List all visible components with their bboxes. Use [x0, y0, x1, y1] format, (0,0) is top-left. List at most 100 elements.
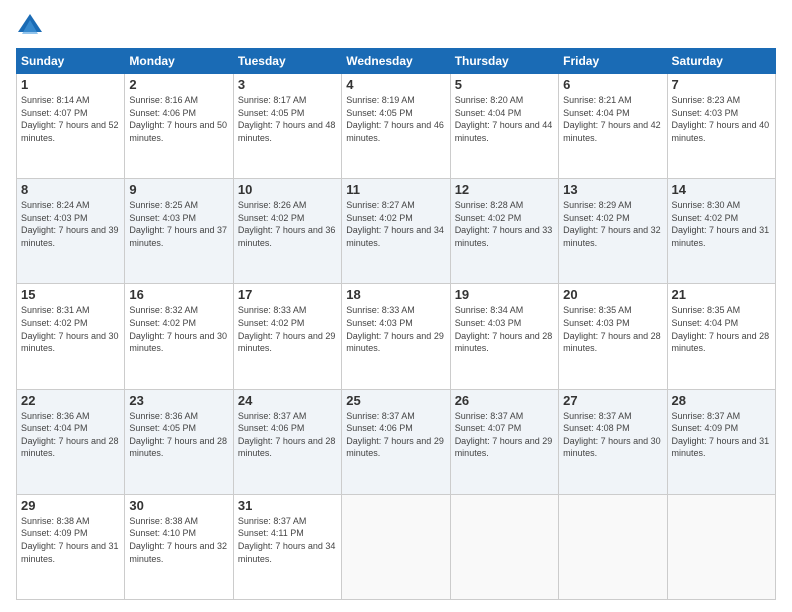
- day-number: 21: [672, 287, 771, 302]
- day-info: Sunrise: 8:33 AM Sunset: 4:02 PM Dayligh…: [238, 304, 337, 354]
- calendar-cell: 28 Sunrise: 8:37 AM Sunset: 4:09 PM Dayl…: [667, 389, 775, 494]
- day-number: 7: [672, 77, 771, 92]
- day-number: 4: [346, 77, 445, 92]
- week-row-3: 15 Sunrise: 8:31 AM Sunset: 4:02 PM Dayl…: [17, 284, 776, 389]
- day-info: Sunrise: 8:30 AM Sunset: 4:02 PM Dayligh…: [672, 199, 771, 249]
- day-number: 10: [238, 182, 337, 197]
- calendar-cell: 7 Sunrise: 8:23 AM Sunset: 4:03 PM Dayli…: [667, 74, 775, 179]
- day-info: Sunrise: 8:37 AM Sunset: 4:06 PM Dayligh…: [238, 410, 337, 460]
- calendar-cell: 5 Sunrise: 8:20 AM Sunset: 4:04 PM Dayli…: [450, 74, 558, 179]
- calendar-cell: 19 Sunrise: 8:34 AM Sunset: 4:03 PM Dayl…: [450, 284, 558, 389]
- day-number: 16: [129, 287, 228, 302]
- calendar-cell: 9 Sunrise: 8:25 AM Sunset: 4:03 PM Dayli…: [125, 179, 233, 284]
- day-info: Sunrise: 8:33 AM Sunset: 4:03 PM Dayligh…: [346, 304, 445, 354]
- day-number: 29: [21, 498, 120, 513]
- calendar-cell: 25 Sunrise: 8:37 AM Sunset: 4:06 PM Dayl…: [342, 389, 450, 494]
- day-number: 17: [238, 287, 337, 302]
- day-info: Sunrise: 8:20 AM Sunset: 4:04 PM Dayligh…: [455, 94, 554, 144]
- day-info: Sunrise: 8:14 AM Sunset: 4:07 PM Dayligh…: [21, 94, 120, 144]
- day-info: Sunrise: 8:17 AM Sunset: 4:05 PM Dayligh…: [238, 94, 337, 144]
- calendar-cell: 26 Sunrise: 8:37 AM Sunset: 4:07 PM Dayl…: [450, 389, 558, 494]
- week-row-1: 1 Sunrise: 8:14 AM Sunset: 4:07 PM Dayli…: [17, 74, 776, 179]
- day-info: Sunrise: 8:36 AM Sunset: 4:05 PM Dayligh…: [129, 410, 228, 460]
- day-info: Sunrise: 8:36 AM Sunset: 4:04 PM Dayligh…: [21, 410, 120, 460]
- weekday-friday: Friday: [559, 49, 667, 74]
- day-info: Sunrise: 8:37 AM Sunset: 4:09 PM Dayligh…: [672, 410, 771, 460]
- calendar-cell: 24 Sunrise: 8:37 AM Sunset: 4:06 PM Dayl…: [233, 389, 341, 494]
- day-number: 22: [21, 393, 120, 408]
- weekday-wednesday: Wednesday: [342, 49, 450, 74]
- calendar-cell: 23 Sunrise: 8:36 AM Sunset: 4:05 PM Dayl…: [125, 389, 233, 494]
- day-number: 20: [563, 287, 662, 302]
- day-number: 28: [672, 393, 771, 408]
- day-info: Sunrise: 8:27 AM Sunset: 4:02 PM Dayligh…: [346, 199, 445, 249]
- header: [16, 12, 776, 40]
- day-info: Sunrise: 8:37 AM Sunset: 4:06 PM Dayligh…: [346, 410, 445, 460]
- day-info: Sunrise: 8:34 AM Sunset: 4:03 PM Dayligh…: [455, 304, 554, 354]
- day-info: Sunrise: 8:38 AM Sunset: 4:10 PM Dayligh…: [129, 515, 228, 565]
- page: SundayMondayTuesdayWednesdayThursdayFrid…: [0, 0, 792, 612]
- day-number: 24: [238, 393, 337, 408]
- day-number: 31: [238, 498, 337, 513]
- calendar-cell: 22 Sunrise: 8:36 AM Sunset: 4:04 PM Dayl…: [17, 389, 125, 494]
- calendar-cell: 21 Sunrise: 8:35 AM Sunset: 4:04 PM Dayl…: [667, 284, 775, 389]
- calendar-cell: [342, 494, 450, 599]
- calendar-cell: 2 Sunrise: 8:16 AM Sunset: 4:06 PM Dayli…: [125, 74, 233, 179]
- week-row-2: 8 Sunrise: 8:24 AM Sunset: 4:03 PM Dayli…: [17, 179, 776, 284]
- day-number: 23: [129, 393, 228, 408]
- day-info: Sunrise: 8:29 AM Sunset: 4:02 PM Dayligh…: [563, 199, 662, 249]
- day-info: Sunrise: 8:24 AM Sunset: 4:03 PM Dayligh…: [21, 199, 120, 249]
- calendar-cell: [559, 494, 667, 599]
- day-info: Sunrise: 8:35 AM Sunset: 4:04 PM Dayligh…: [672, 304, 771, 354]
- calendar-cell: 10 Sunrise: 8:26 AM Sunset: 4:02 PM Dayl…: [233, 179, 341, 284]
- day-number: 1: [21, 77, 120, 92]
- day-number: 19: [455, 287, 554, 302]
- day-number: 26: [455, 393, 554, 408]
- calendar-cell: 4 Sunrise: 8:19 AM Sunset: 4:05 PM Dayli…: [342, 74, 450, 179]
- day-info: Sunrise: 8:19 AM Sunset: 4:05 PM Dayligh…: [346, 94, 445, 144]
- day-number: 25: [346, 393, 445, 408]
- day-info: Sunrise: 8:38 AM Sunset: 4:09 PM Dayligh…: [21, 515, 120, 565]
- logo: [16, 12, 48, 40]
- calendar-cell: 14 Sunrise: 8:30 AM Sunset: 4:02 PM Dayl…: [667, 179, 775, 284]
- day-info: Sunrise: 8:25 AM Sunset: 4:03 PM Dayligh…: [129, 199, 228, 249]
- calendar-cell: 11 Sunrise: 8:27 AM Sunset: 4:02 PM Dayl…: [342, 179, 450, 284]
- calendar-cell: 8 Sunrise: 8:24 AM Sunset: 4:03 PM Dayli…: [17, 179, 125, 284]
- calendar-cell: 6 Sunrise: 8:21 AM Sunset: 4:04 PM Dayli…: [559, 74, 667, 179]
- week-row-5: 29 Sunrise: 8:38 AM Sunset: 4:09 PM Dayl…: [17, 494, 776, 599]
- day-info: Sunrise: 8:32 AM Sunset: 4:02 PM Dayligh…: [129, 304, 228, 354]
- calendar-cell: [450, 494, 558, 599]
- weekday-sunday: Sunday: [17, 49, 125, 74]
- day-info: Sunrise: 8:37 AM Sunset: 4:08 PM Dayligh…: [563, 410, 662, 460]
- day-info: Sunrise: 8:26 AM Sunset: 4:02 PM Dayligh…: [238, 199, 337, 249]
- calendar-cell: 1 Sunrise: 8:14 AM Sunset: 4:07 PM Dayli…: [17, 74, 125, 179]
- day-info: Sunrise: 8:31 AM Sunset: 4:02 PM Dayligh…: [21, 304, 120, 354]
- day-number: 18: [346, 287, 445, 302]
- day-number: 15: [21, 287, 120, 302]
- day-info: Sunrise: 8:37 AM Sunset: 4:07 PM Dayligh…: [455, 410, 554, 460]
- day-number: 27: [563, 393, 662, 408]
- week-row-4: 22 Sunrise: 8:36 AM Sunset: 4:04 PM Dayl…: [17, 389, 776, 494]
- day-info: Sunrise: 8:28 AM Sunset: 4:02 PM Dayligh…: [455, 199, 554, 249]
- calendar-cell: 27 Sunrise: 8:37 AM Sunset: 4:08 PM Dayl…: [559, 389, 667, 494]
- day-info: Sunrise: 8:23 AM Sunset: 4:03 PM Dayligh…: [672, 94, 771, 144]
- day-info: Sunrise: 8:35 AM Sunset: 4:03 PM Dayligh…: [563, 304, 662, 354]
- weekday-monday: Monday: [125, 49, 233, 74]
- day-number: 5: [455, 77, 554, 92]
- calendar-table: SundayMondayTuesdayWednesdayThursdayFrid…: [16, 48, 776, 600]
- calendar-cell: 16 Sunrise: 8:32 AM Sunset: 4:02 PM Dayl…: [125, 284, 233, 389]
- calendar-cell: 3 Sunrise: 8:17 AM Sunset: 4:05 PM Dayli…: [233, 74, 341, 179]
- calendar-cell: 30 Sunrise: 8:38 AM Sunset: 4:10 PM Dayl…: [125, 494, 233, 599]
- day-number: 8: [21, 182, 120, 197]
- calendar-cell: 15 Sunrise: 8:31 AM Sunset: 4:02 PM Dayl…: [17, 284, 125, 389]
- day-number: 12: [455, 182, 554, 197]
- day-number: 6: [563, 77, 662, 92]
- weekday-thursday: Thursday: [450, 49, 558, 74]
- weekday-saturday: Saturday: [667, 49, 775, 74]
- calendar-cell: [667, 494, 775, 599]
- day-number: 3: [238, 77, 337, 92]
- calendar-cell: 17 Sunrise: 8:33 AM Sunset: 4:02 PM Dayl…: [233, 284, 341, 389]
- calendar-cell: 31 Sunrise: 8:37 AM Sunset: 4:11 PM Dayl…: [233, 494, 341, 599]
- calendar-cell: 13 Sunrise: 8:29 AM Sunset: 4:02 PM Dayl…: [559, 179, 667, 284]
- weekday-tuesday: Tuesday: [233, 49, 341, 74]
